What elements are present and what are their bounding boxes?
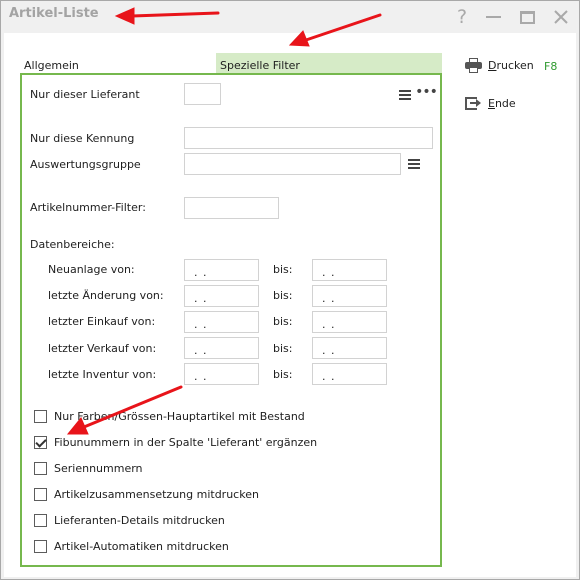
exit-label: Ende (488, 97, 516, 110)
aenderung-to-label: bis: (273, 289, 293, 302)
title-bar[interactable]: Artikel-Liste ? (1, 1, 579, 33)
checkbox-checked[interactable] (34, 436, 47, 449)
verkauf-label: letzter Verkauf von: (48, 342, 157, 355)
auswertungsgruppe-input[interactable] (184, 153, 401, 175)
option-artikelzusammensetzung[interactable]: Artikelzusammensetzung mitdrucken (34, 488, 259, 501)
einkauf-to-label: bis: (273, 315, 293, 328)
help-icon[interactable]: ? (448, 3, 476, 31)
auswertungsgruppe-list-button[interactable] (403, 153, 425, 175)
inventur-to-label: bis: (273, 368, 293, 381)
special-filter-panel: Nur dieser Lieferant ••• Nur diese Kennu… (20, 75, 442, 567)
checkbox[interactable] (34, 514, 47, 527)
aenderung-to-input[interactable]: . . (312, 285, 387, 307)
list-icon (408, 159, 420, 169)
artikelnummer-label: Artikelnummer-Filter: (30, 201, 146, 214)
option-label: Fibunummern in der Spalte 'Lieferant' er… (54, 436, 318, 449)
kennung-input[interactable] (184, 127, 433, 149)
list-icon (399, 90, 411, 100)
checkbox[interactable] (34, 540, 47, 553)
inventur-to-input[interactable]: . . (312, 363, 387, 385)
print-label: Drucken (488, 59, 534, 72)
print-shortcut: F8 (544, 60, 558, 73)
lieferant-list-button[interactable] (394, 84, 416, 106)
option-artikel-automatiken[interactable]: Artikel-Automatiken mitdrucken (34, 540, 229, 553)
window-title: Artikel-Liste (9, 6, 99, 21)
neuanlage-from-input[interactable]: . . (184, 259, 259, 281)
exit-button[interactable]: Ende (465, 96, 516, 111)
neuanlage-to-input[interactable]: . . (312, 259, 387, 281)
option-label: Seriennummern (54, 462, 143, 475)
lieferant-label: Nur dieser Lieferant (30, 88, 140, 101)
minimize-icon[interactable] (479, 3, 507, 31)
option-seriennummern[interactable]: Seriennummern (34, 462, 143, 475)
inventur-from-input[interactable]: . . (184, 363, 259, 385)
option-lieferanten-details[interactable]: Lieferanten-Details mitdrucken (34, 514, 225, 527)
maximize-icon[interactable] (513, 3, 541, 31)
aenderung-from-input[interactable]: . . (184, 285, 259, 307)
option-label: Artikel-Automatiken mitdrucken (54, 540, 229, 553)
option-label: Artikelzusammensetzung mitdrucken (54, 488, 259, 501)
neuanlage-label: Neuanlage von: (48, 263, 135, 276)
auswertungsgruppe-label: Auswertungsgruppe (30, 158, 141, 171)
neuanlage-to-label: bis: (273, 263, 293, 276)
printer-icon (465, 58, 482, 73)
option-label: Lieferanten-Details mitdrucken (54, 514, 225, 527)
artikel-liste-window: Artikel-Liste ? Allgemein Spezielle Filt… (0, 0, 580, 580)
checkbox[interactable] (34, 410, 47, 423)
datenbereiche-heading: Datenbereiche: (30, 238, 115, 251)
close-icon[interactable] (547, 3, 575, 31)
einkauf-from-input[interactable]: . . (184, 311, 259, 333)
kennung-label: Nur diese Kennung (30, 132, 135, 145)
einkauf-to-input[interactable]: . . (312, 311, 387, 333)
checkbox[interactable] (34, 488, 47, 501)
verkauf-to-input[interactable]: . . (312, 337, 387, 359)
einkauf-label: letzter Einkauf von: (48, 315, 156, 328)
option-fibunummern[interactable]: Fibunummern in der Spalte 'Lieferant' er… (34, 436, 317, 449)
verkauf-from-input[interactable]: . . (184, 337, 259, 359)
exit-icon (465, 96, 482, 111)
inventur-label: letzte Inventur von: (48, 368, 157, 381)
more-dots-icon: ••• (415, 84, 438, 100)
tab-bar: Allgemein Spezielle Filter (20, 53, 442, 75)
option-label: Nur Farben/Grössen-Hauptartikel mit Best… (54, 410, 305, 423)
checkbox[interactable] (34, 462, 47, 475)
aenderung-label: letzte Änderung von: (48, 289, 164, 302)
tab-spezielle-filter[interactable]: Spezielle Filter (216, 53, 442, 73)
print-button[interactable]: Drucken (465, 58, 534, 73)
option-hauptartikel[interactable]: Nur Farben/Grössen-Hauptartikel mit Best… (34, 410, 305, 423)
tab-allgemein[interactable]: Allgemein (20, 53, 216, 73)
verkauf-to-label: bis: (273, 342, 293, 355)
lieferant-more-button[interactable]: ••• (415, 84, 438, 106)
artikelnummer-input[interactable] (184, 197, 279, 219)
lieferant-input[interactable] (184, 83, 221, 105)
dialog-body: Allgemein Spezielle Filter Nur dieser Li… (4, 33, 576, 577)
